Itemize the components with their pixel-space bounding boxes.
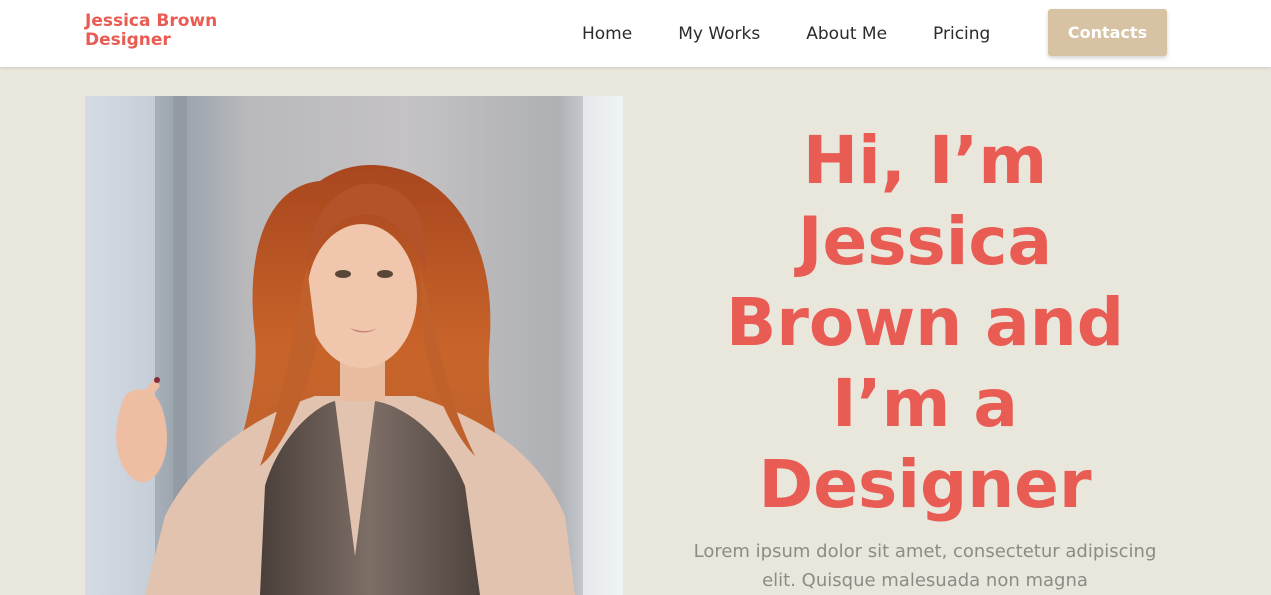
- hero-portrait-image: [85, 96, 623, 595]
- contacts-button[interactable]: Contacts: [1048, 9, 1167, 56]
- nav-links: Home My Works About Me Pricing: [560, 0, 1036, 67]
- nav-about-me-link[interactable]: About Me: [806, 24, 887, 44]
- hero-text-block: Hi, I’m Jessica Brown and I’m a Designer…: [660, 120, 1190, 595]
- navbar: Jessica Brown Designer Home My Works Abo…: [0, 0, 1271, 67]
- nav-home-link[interactable]: Home: [582, 24, 632, 44]
- hero-title-line: Designer: [758, 446, 1092, 523]
- hero-title-line: Hi, I’m: [802, 122, 1048, 199]
- hero-description: Lorem ipsum dolor sit amet, consectetur …: [693, 541, 1157, 591]
- nav-pricing-link[interactable]: Pricing: [933, 24, 990, 44]
- hero-title-line: Brown and: [726, 284, 1124, 361]
- portrait-photo-icon: [85, 96, 623, 595]
- hero-title-line: I’m a: [832, 365, 1018, 442]
- brand-name: Jessica Brown: [85, 11, 218, 31]
- brand-logo-link[interactable]: Jessica Brown Designer: [85, 12, 285, 50]
- hero-title: Hi, I’m Jessica Brown and I’m a Designer: [660, 120, 1190, 525]
- nav-my-works-link[interactable]: My Works: [678, 24, 760, 44]
- brand-title: Designer: [85, 30, 171, 50]
- hero-title-line: Jessica: [797, 203, 1053, 280]
